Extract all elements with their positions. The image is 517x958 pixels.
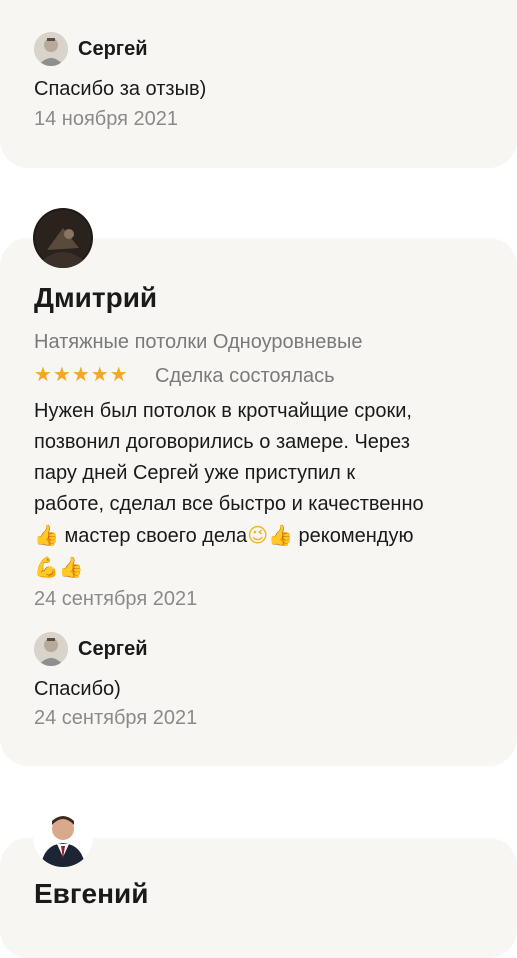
review-author-name: Дмитрий xyxy=(34,282,158,313)
reply-date: 14 ноября 2021 xyxy=(34,108,179,130)
author-avatar xyxy=(33,807,93,867)
reply-author-name: Сергей xyxy=(78,638,148,660)
review-body-line: работе, сделал все быстро и качественно xyxy=(34,493,424,515)
thumbs-up-icon: 👍 xyxy=(268,523,293,547)
reply-text: Спасибо) xyxy=(34,678,121,700)
review-service: Натяжные потолки Одноуровневые xyxy=(34,331,363,353)
thumbs-up-icon: 👍 xyxy=(34,523,59,547)
reply-author-name: Сергей xyxy=(78,38,148,60)
review-body-line: пару дней Сергей уже приступил к xyxy=(34,462,356,484)
review-body: Нужен был потолок в кротчайщие сроки, по… xyxy=(34,396,494,584)
review-date: 24 сентября 2021 xyxy=(34,588,198,610)
review-author-name: Евгений xyxy=(34,878,149,909)
rating-stars: ★★★★★ xyxy=(34,364,129,386)
review-body-line: позвонил договорились о замере. Через xyxy=(34,431,410,453)
reply-text: Спасибо за отзыв) xyxy=(34,78,207,100)
author-avatar xyxy=(33,208,93,268)
review-body-line: 💪👍 xyxy=(34,552,494,584)
wink-icon: 😉 xyxy=(247,523,269,547)
muscle-icon: 💪 xyxy=(34,555,59,579)
reply-avatar xyxy=(34,632,68,666)
reply-avatar xyxy=(34,32,68,66)
review-body-text: рекомендую xyxy=(292,525,414,547)
reply-date: 24 сентября 2021 xyxy=(34,707,198,729)
thumbs-up-icon: 👍 xyxy=(58,555,84,579)
review-body-line: Нужен был потолок в кротчайщие сроки, xyxy=(34,400,412,422)
deal-status: Сделка состоялась xyxy=(155,365,335,387)
review-body-text: мастер своего дела xyxy=(58,525,248,547)
review-body-line: 👍 мастер своего дела😉👍 рекомендую xyxy=(34,520,494,552)
